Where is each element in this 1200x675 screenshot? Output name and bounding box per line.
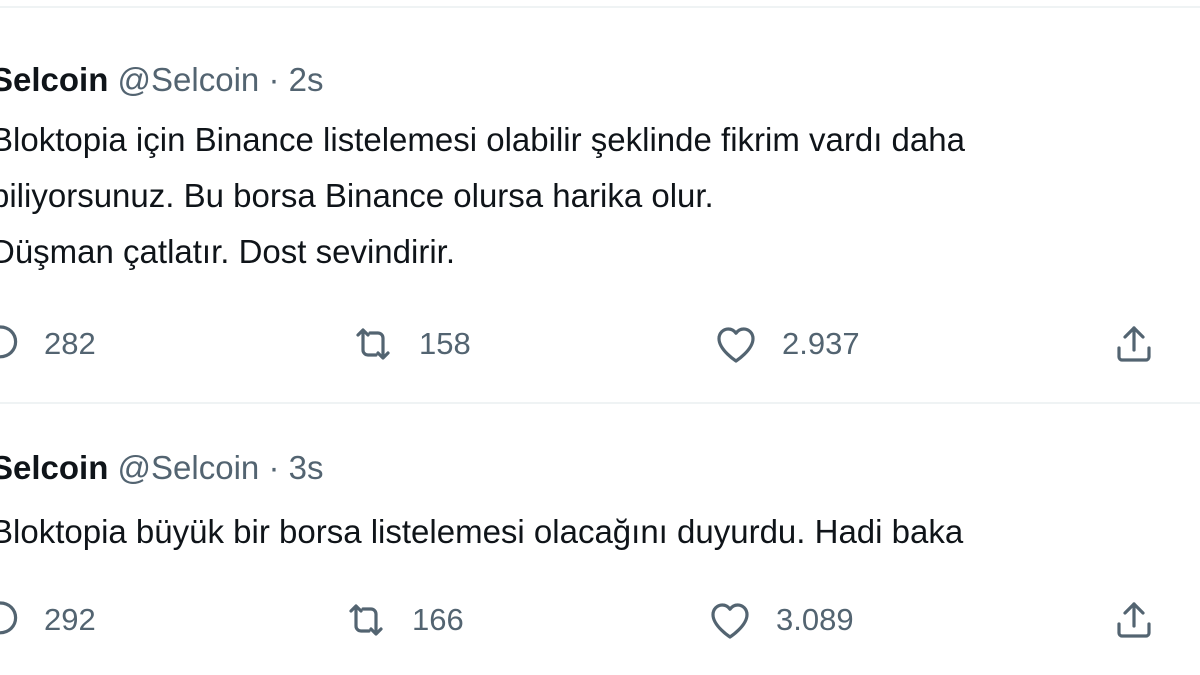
share-icon	[1110, 596, 1158, 644]
retweet-button[interactable]: 166	[342, 596, 464, 644]
tweet-text-line: Bloktopia büyük bir borsa listelemesi ol…	[0, 513, 964, 550]
author-name[interactable]: Selcoin	[0, 449, 108, 486]
tweet-divider	[0, 402, 1200, 404]
tweet-text: Bloktopia için Binance listelemesi olabi…	[0, 112, 1200, 280]
reply-count: 282	[44, 326, 96, 361]
reply-icon	[0, 320, 22, 368]
retweet-count: 158	[419, 326, 471, 361]
reply-button[interactable]: 292	[0, 596, 96, 644]
tweet-text-line: Düşman çatlatır. Dost sevindirir.	[0, 233, 455, 270]
like-button[interactable]: 3.089	[706, 596, 854, 644]
tweet-header: Selcoin @Selcoin · 3s	[0, 448, 323, 488]
heart-icon	[706, 596, 754, 644]
tweet-text-line: Bloktopia için Binance listelemesi olabi…	[0, 121, 965, 158]
separator-dot: ·	[268, 61, 280, 98]
author-handle[interactable]: @Selcoin	[118, 449, 260, 486]
share-button[interactable]	[1110, 320, 1158, 368]
reply-count: 292	[44, 602, 96, 637]
author-name[interactable]: Selcoin	[0, 61, 108, 98]
heart-icon	[712, 320, 760, 368]
tweet-header: Selcoin @Selcoin · 2s	[0, 60, 323, 100]
like-count: 3.089	[776, 602, 854, 637]
tweet-text-line: biliyorsunuz. Bu borsa Binance olursa ha…	[0, 177, 714, 214]
share-icon	[1110, 320, 1158, 368]
retweet-icon	[342, 596, 390, 644]
reply-button[interactable]: 282	[0, 320, 96, 368]
tweet-timestamp[interactable]: 2s	[289, 61, 324, 98]
tweet-timestamp[interactable]: 3s	[289, 449, 324, 486]
separator-dot: ·	[268, 449, 280, 486]
like-count: 2.937	[782, 326, 860, 361]
tweet-text: Bloktopia büyük bir borsa listelemesi ol…	[0, 504, 1200, 560]
reply-icon	[0, 596, 22, 644]
like-button[interactable]: 2.937	[712, 320, 860, 368]
author-handle[interactable]: @Selcoin	[118, 61, 260, 98]
retweet-icon	[349, 320, 397, 368]
retweet-button[interactable]: 158	[349, 320, 471, 368]
retweet-count: 166	[412, 602, 464, 637]
top-divider	[0, 6, 1200, 8]
share-button[interactable]	[1110, 596, 1158, 644]
